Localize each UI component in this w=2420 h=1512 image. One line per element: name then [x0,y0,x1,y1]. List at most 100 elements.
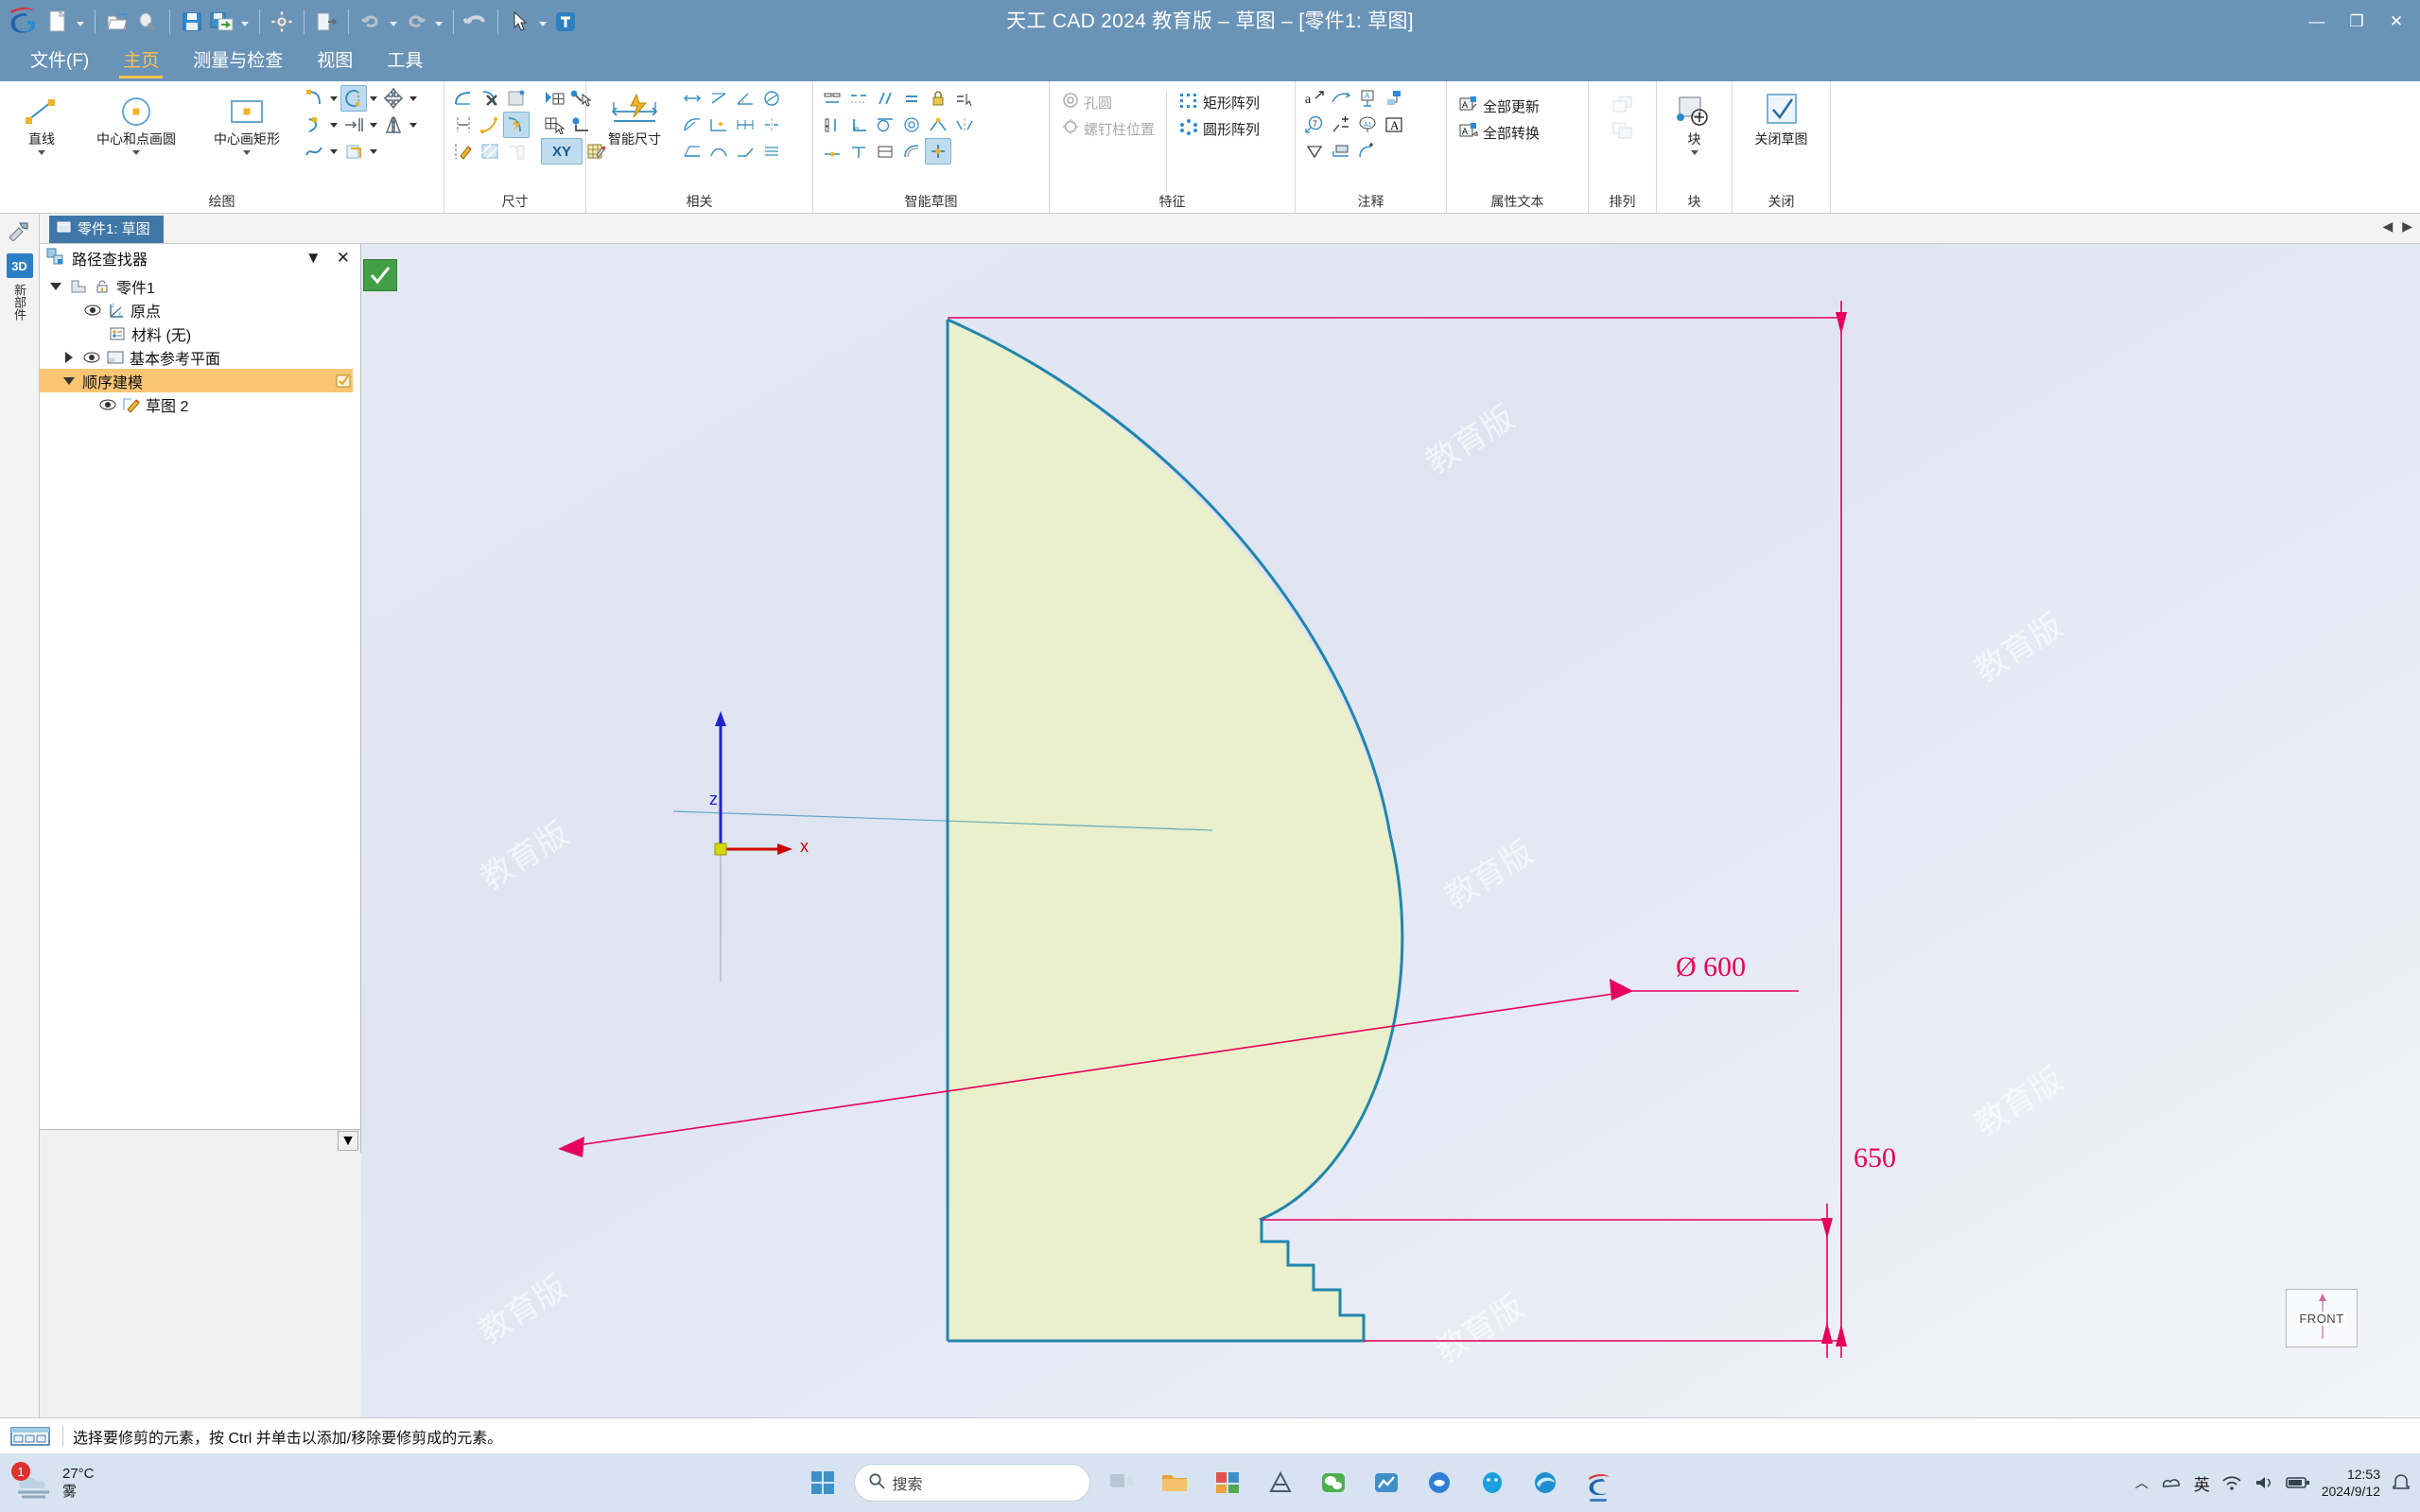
callout-icon[interactable] [1381,85,1407,112]
chevron-down-icon[interactable] [61,376,78,385]
rel-horizontal-icon[interactable] [819,85,845,112]
ime-indicator[interactable]: 英 [2194,1471,2210,1495]
chart-app-button[interactable] [1365,1461,1408,1504]
rel-equal-icon[interactable] [898,85,925,112]
print-preview-button[interactable] [133,6,162,38]
rel-midpoint-icon[interactable] [819,138,845,165]
close-button[interactable]: ✕ [2376,3,2416,41]
hammer-wrench-icon[interactable] [0,214,38,248]
send-back-icon[interactable] [1610,117,1636,144]
select-cursor-icon[interactable] [506,6,534,38]
dim-chain-icon[interactable] [732,112,758,138]
rel-collinear-icon[interactable] [845,85,872,112]
battery-icon[interactable] [2285,1475,2310,1490]
dim-radial-icon[interactable] [679,112,705,138]
pathfinder-close-button[interactable]: ✕ [332,249,355,268]
edit-dim-icon[interactable] [450,138,477,165]
tree-node-ref-planes[interactable]: 基本参考平面 [40,345,360,369]
trim-icon[interactable] [340,85,367,112]
trim-dropdown[interactable] [367,85,380,112]
rel-fix-icon[interactable] [845,138,872,165]
dim-coord-icon[interactable] [705,112,732,138]
tree-node-part[interactable]: 零件1 [40,274,360,298]
arc3-dropdown[interactable] [327,112,340,138]
offset-dropdown[interactable] [367,138,380,165]
tree-node-material[interactable]: 材料 (无) [40,322,360,345]
tab-view[interactable]: 视图 [300,43,370,81]
tree-node-sketch2[interactable]: 草图 2 [40,392,360,416]
dim-chamfer-icon[interactable] [732,138,758,165]
task-view-button[interactable] [1100,1461,1143,1504]
clock[interactable]: 12:53 2024/9/12 [2322,1466,2380,1500]
dim-baseline-icon[interactable] [679,138,705,165]
tree-node-ordered-modeling[interactable]: 顺序建模 [40,369,353,392]
part-number-icon[interactable]: 7 [1301,112,1328,138]
rel-connect-icon[interactable] [925,112,951,138]
rectangle-center-button[interactable]: 中心画矩形 [195,85,299,155]
minimize-button[interactable]: — [2297,3,2337,41]
delete-relation-icon[interactable] [477,85,503,112]
dimension-overall-height[interactable]: 650 [1854,1142,1896,1174]
volume-icon[interactable] [2254,1474,2274,1491]
rel-perpendicular-icon[interactable] [845,112,872,138]
balloon-icon[interactable]: A [1354,85,1381,112]
tab-prev-button[interactable]: ◀ [2382,218,2393,235]
new-file-button[interactable] [44,6,72,38]
update-all-button[interactable]: A 全部更新 [1453,93,1545,119]
xy-plane-icon[interactable]: XY [541,138,583,165]
close-sketch-button[interactable]: 关闭草图 [1738,85,1824,147]
rel-show-icon[interactable] [951,85,978,112]
dim-arc-icon[interactable] [705,138,732,165]
tree-node-origin[interactable]: zx 原点 [40,298,360,322]
datum-icon[interactable]: A1 [1354,112,1381,138]
tab-measure-inspect[interactable]: 测量与检查 [176,43,300,81]
cad-app-running-button[interactable] [1576,1461,1620,1504]
extend-icon[interactable] [340,112,367,138]
move-icon[interactable] [380,85,407,112]
rel-offset-icon[interactable] [898,138,925,165]
dim-diameter-icon[interactable] [758,85,785,112]
fillet-icon[interactable] [450,85,477,112]
surface-finish-icon[interactable] [1301,138,1328,165]
dim-horizontal-icon[interactable] [679,85,705,112]
weld-icon[interactable] [1328,138,1354,165]
wifi-icon[interactable] [2221,1474,2242,1491]
rel-dim-lock-icon[interactable] [872,138,898,165]
tab-next-button[interactable]: ▶ [2402,218,2412,235]
pathfinder-collapse-button[interactable]: ▼ [301,249,326,268]
select-dropdown[interactable] [536,6,549,38]
start-button[interactable] [801,1461,844,1504]
line-tool-button[interactable]: 直线 [6,85,78,155]
arc-3point-icon[interactable] [301,112,327,138]
chevron-right-icon[interactable] [61,351,78,363]
qq-app-button[interactable] [1471,1461,1514,1504]
undo-button[interactable] [357,6,385,38]
cad-alt-app-button[interactable] [1259,1461,1302,1504]
save-as-button[interactable] [208,6,236,38]
hole-circle-button[interactable]: 孔圆 [1055,89,1160,115]
smart-dim-flash-icon[interactable] [503,112,530,138]
save-as-dropdown[interactable] [238,6,252,38]
dim-thread-icon[interactable] [758,138,785,165]
tab-tools[interactable]: 工具 [370,43,440,81]
lock-icon[interactable] [93,279,112,294]
chevron-down-icon[interactable] [38,150,45,155]
chevron-down-icon[interactable] [243,150,251,155]
tray-expand-chevron-icon[interactable]: ︿ [2135,1473,2149,1492]
arc-tangent-icon[interactable] [301,85,327,112]
file-explorer-button[interactable] [1153,1461,1196,1504]
wecom-app-button[interactable] [1418,1461,1461,1504]
repeat-button[interactable] [461,6,490,38]
rel-symmetric-icon[interactable] [951,112,978,138]
project-grid-icon[interactable] [541,85,567,112]
rel-parallel-icon[interactable] [872,85,898,112]
3d-view-badge[interactable]: 3D [6,253,33,278]
bring-front-icon[interactable] [1610,91,1636,117]
circular-pattern-button[interactable]: 圆形阵列 [1173,115,1265,142]
angle-icon[interactable] [477,112,503,138]
visibility-eye-icon[interactable] [82,351,101,364]
cloud-icon[interactable] [2160,1474,2183,1491]
mirror-dropdown[interactable] [407,112,420,138]
text-a-icon[interactable]: A [1381,112,1407,138]
extend-dropdown[interactable] [367,112,380,138]
